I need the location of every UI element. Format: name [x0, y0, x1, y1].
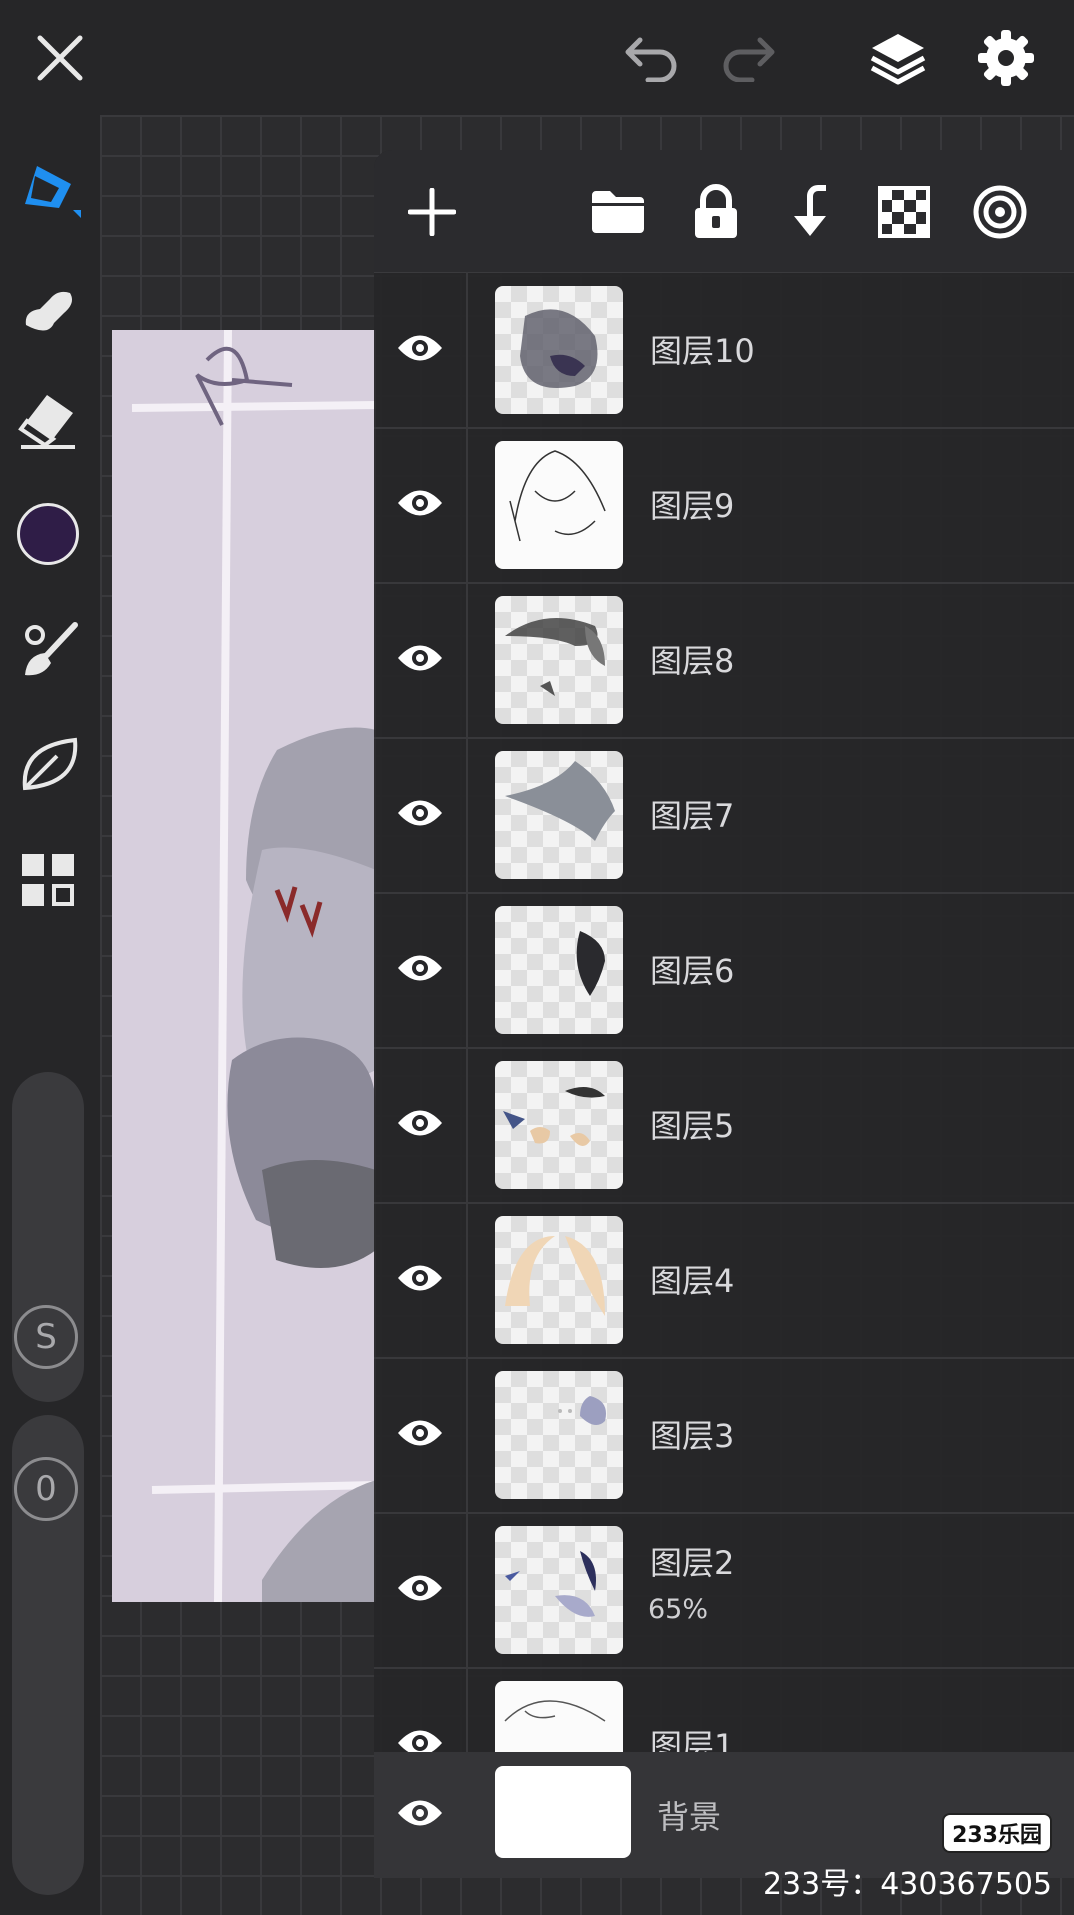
artwork-canvas[interactable]: [112, 330, 376, 1602]
eye-icon[interactable]: [396, 486, 444, 524]
eye-icon[interactable]: [396, 1571, 444, 1609]
target-icon: [973, 185, 1027, 239]
eraser-tool[interactable]: [10, 381, 86, 457]
gallery-tool[interactable]: [10, 842, 86, 918]
add-icon: [408, 188, 456, 236]
add-layer-button[interactable]: [394, 174, 470, 250]
layer-thumbnail: [495, 1371, 623, 1499]
eye-icon[interactable]: [396, 1261, 444, 1299]
eye-icon[interactable]: [396, 1416, 444, 1454]
layer-name: 图层8: [650, 642, 735, 680]
layer-name: 图层5: [650, 1107, 735, 1145]
background-layer-name: 背景: [657, 1798, 722, 1836]
lock-layer-button[interactable]: [678, 174, 754, 250]
layers-list: 图层10 图层9 图层8 图层7 图层6 图层5 图层4 图层3 图层2 65%…: [374, 272, 1074, 1878]
top-bar: [0, 0, 1074, 115]
layer-row[interactable]: 图层7: [374, 737, 1074, 894]
settings-icon: [978, 30, 1034, 86]
layer-row[interactable]: 图层9: [374, 427, 1074, 584]
layer-name: 图层4: [650, 1262, 735, 1300]
layer-row[interactable]: 图层8: [374, 582, 1074, 739]
smudge-icon: [25, 291, 72, 331]
undo-button[interactable]: [614, 20, 690, 96]
lock-icon: [695, 184, 737, 238]
eye-icon[interactable]: [396, 1106, 444, 1144]
color-picker[interactable]: [10, 496, 86, 572]
layer-opacity-value: 65%: [648, 1594, 709, 1625]
leaf-icon: [22, 737, 78, 791]
layer-row[interactable]: 图层10: [374, 272, 1074, 429]
layer-thumbnail: [495, 1526, 623, 1654]
opacity-button-label: 0: [35, 1469, 57, 1509]
brush-tool[interactable]: [10, 612, 86, 688]
tool-sidebar: S 0: [0, 115, 100, 1915]
eye-icon[interactable]: [396, 796, 444, 834]
eraser-icon: [18, 395, 75, 449]
liquify-tool[interactable]: [10, 727, 86, 803]
transparency-button[interactable]: [866, 174, 942, 250]
undo-icon: [625, 37, 677, 82]
layer-effect-button[interactable]: [962, 174, 1038, 250]
layers-button[interactable]: [860, 20, 936, 96]
layer-row[interactable]: 图层2 65%: [374, 1512, 1074, 1669]
layer-name: 图层3: [650, 1417, 735, 1455]
size-button[interactable]: S: [14, 1305, 78, 1369]
settings-button[interactable]: [968, 20, 1044, 96]
close-button[interactable]: [22, 20, 98, 96]
layer-name: 图层9: [650, 487, 735, 525]
merge-down-icon: [794, 185, 826, 236]
redo-icon: [723, 37, 775, 82]
grid-icon: [22, 854, 74, 906]
layer-thumbnail: [495, 286, 623, 414]
pen-icon: [25, 166, 81, 218]
folder-icon: [592, 191, 644, 233]
opacity-button[interactable]: 0: [14, 1457, 78, 1521]
layer-row[interactable]: 图层4: [374, 1202, 1074, 1359]
pen-tool[interactable]: [10, 153, 86, 229]
layer-thumbnail: [495, 441, 623, 569]
watermark: 233乐园 233号：430367505: [763, 1813, 1052, 1903]
layers-toolbar: [374, 150, 1074, 273]
eye-icon[interactable]: [396, 331, 444, 369]
layers-icon: [870, 34, 926, 85]
watermark-id: 233号：430367505: [762, 1867, 1052, 1902]
layer-name: 图层10: [650, 332, 755, 370]
layer-row[interactable]: 图层5: [374, 1047, 1074, 1204]
close-icon: [37, 35, 83, 81]
size-button-label: S: [35, 1317, 57, 1357]
color-swatch: [17, 503, 79, 565]
group-folder-button[interactable]: [580, 174, 656, 250]
layer-thumbnail: [495, 1061, 623, 1189]
layer-row[interactable]: 图层6: [374, 892, 1074, 1049]
merge-down-button[interactable]: [772, 174, 848, 250]
layer-row[interactable]: 图层3: [374, 1357, 1074, 1514]
layer-thumbnail: [495, 906, 623, 1034]
watermark-logo: 233乐园: [942, 1813, 1052, 1853]
layer-name: 图层2: [650, 1544, 735, 1582]
eye-icon[interactable]: [396, 641, 444, 679]
layer-thumbnail: [495, 751, 623, 879]
smudge-tool[interactable]: [10, 265, 86, 341]
layers-panel: 图层10 图层9 图层8 图层7 图层6 图层5 图层4 图层3 图层2 65%…: [374, 150, 1074, 1878]
layer-thumbnail: [495, 1216, 623, 1344]
redo-button[interactable]: [710, 20, 786, 96]
eye-icon[interactable]: [396, 951, 444, 989]
eye-icon[interactable]: [396, 1796, 444, 1834]
layer-thumbnail: [495, 596, 623, 724]
checker-icon: [878, 186, 930, 238]
brush-icon: [25, 622, 78, 676]
layer-name: 图层7: [650, 797, 735, 835]
background-color-thumbnail: [495, 1766, 631, 1858]
layer-name: 图层6: [650, 952, 735, 990]
